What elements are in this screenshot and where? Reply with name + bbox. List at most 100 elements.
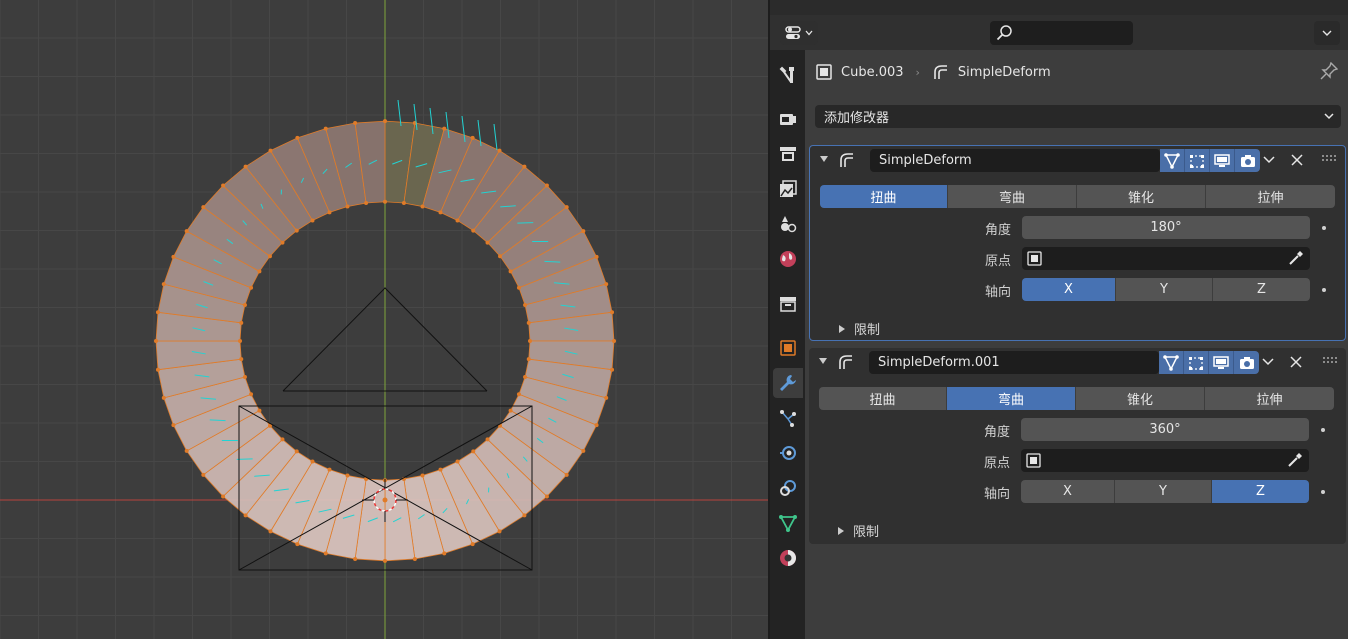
mesh-vertex (497, 529, 502, 534)
eyedropper-icon[interactable] (1288, 250, 1304, 266)
viewport-toggle[interactable] (1209, 351, 1234, 374)
mesh-vertex (442, 551, 447, 556)
mode-taper-button[interactable]: 锥化 (1077, 185, 1206, 208)
restrictions-subpanel[interactable]: 限制 (837, 521, 879, 540)
area-top-strip (770, 0, 1348, 15)
angle-field[interactable]: 360° (1021, 418, 1309, 441)
add-modifier-dropdown[interactable]: 添加修改器 (815, 105, 1341, 128)
breadcrumb-separator: › (915, 65, 920, 79)
tab-output[interactable] (773, 139, 803, 169)
close-icon[interactable] (1289, 355, 1303, 369)
tab-view-layer[interactable] (773, 174, 803, 204)
mesh-vertex (604, 395, 609, 400)
mesh-vertex (383, 558, 387, 563)
mesh-vertex (161, 395, 166, 400)
edit-mode-toggle[interactable] (1184, 351, 1209, 374)
physics-icon (780, 446, 796, 460)
tab-data[interactable] (773, 508, 803, 538)
chevron-down-icon[interactable] (1261, 355, 1275, 369)
edit-mode-toggle[interactable] (1185, 149, 1210, 172)
mesh-vertex (239, 357, 244, 362)
tab-world[interactable] (773, 244, 803, 274)
modifier-panel-header[interactable]: SimpleDeform.001 (809, 348, 1346, 376)
tab-constraints[interactable] (773, 473, 803, 503)
edit-cage-toggle[interactable] (1160, 149, 1185, 172)
mode-stretch-button[interactable]: 拉伸 (1205, 387, 1334, 410)
search-icon (996, 25, 1012, 41)
keyframe-dot-icon[interactable] (1321, 428, 1325, 432)
modifier-name-field[interactable]: SimpleDeform.001 (869, 351, 1159, 374)
tab-scene[interactable] (773, 209, 803, 239)
editor-type-button[interactable] (780, 21, 818, 45)
tab-material[interactable] (773, 543, 803, 573)
constraint-icon (780, 480, 796, 496)
mesh-vertex (455, 218, 460, 223)
eyedropper-icon[interactable] (1287, 452, 1303, 468)
mesh-vertex (268, 148, 273, 153)
axis-y-button[interactable]: Y (1115, 480, 1212, 503)
mesh-vertex (161, 282, 166, 287)
mesh-vertex (564, 205, 569, 210)
mesh-vertex (471, 228, 476, 233)
mesh-vertex (383, 119, 387, 124)
tab-object[interactable] (773, 333, 803, 363)
search-input[interactable] (990, 21, 1133, 45)
camera-icon (1240, 154, 1255, 167)
drag-grip-icon[interactable] (1321, 154, 1337, 164)
expand-triangle-icon[interactable] (819, 154, 829, 164)
mode-bend-button[interactable]: 弯曲 (948, 185, 1077, 208)
tab-collection[interactable] (773, 289, 803, 319)
render-toggle[interactable] (1234, 351, 1259, 374)
restrictions-label: 限制 (853, 525, 880, 540)
mesh-vertex (522, 164, 527, 169)
drag-grip-icon[interactable] (1322, 356, 1338, 366)
expand-triangle-icon[interactable] (818, 356, 828, 366)
edit-cage-toggle[interactable] (1159, 351, 1184, 374)
axis-x-button[interactable]: X (1021, 480, 1115, 503)
keyframe-dot-icon[interactable] (1322, 288, 1326, 292)
mode-taper-button[interactable]: 锥化 (1076, 387, 1205, 410)
options-dropdown[interactable] (1314, 21, 1340, 45)
mesh-vertex (238, 339, 242, 343)
pin-icon[interactable] (1320, 62, 1338, 80)
mode-stretch-button[interactable]: 拉伸 (1206, 185, 1335, 208)
tab-render[interactable] (773, 104, 803, 134)
axis-y-button[interactable]: Y (1116, 278, 1213, 301)
tab-physics[interactable] (773, 438, 803, 468)
restrictions-subpanel[interactable]: 限制 (838, 319, 880, 338)
viewport-toggle[interactable] (1210, 149, 1235, 172)
mode-bend-button[interactable]: 弯曲 (947, 387, 1076, 410)
mesh-vertex (471, 449, 476, 454)
3d-viewport[interactable] (0, 0, 768, 639)
object-square-icon (1026, 453, 1041, 468)
modifier-name-field[interactable]: SimpleDeform (870, 149, 1160, 172)
normal-line (544, 260, 561, 263)
close-icon[interactable] (1290, 153, 1304, 167)
render-toggle[interactable] (1235, 149, 1260, 172)
mesh-vertex (201, 472, 206, 477)
tab-tool[interactable] (773, 60, 803, 90)
mesh-vertex (249, 392, 254, 397)
restrictions-label: 限制 (854, 323, 881, 338)
mode-twist-button[interactable]: 扭曲 (820, 185, 948, 208)
properties-header (770, 15, 1348, 50)
keyframe-dot-icon[interactable] (1322, 226, 1326, 230)
axis-z-button[interactable]: Z (1213, 278, 1310, 301)
mesh-vertex (420, 204, 425, 209)
add-modifier-label: 添加修改器 (824, 111, 890, 126)
tab-modifiers[interactable] (773, 368, 803, 398)
axis-x-button[interactable]: X (1022, 278, 1116, 301)
modifier-panel-header[interactable]: SimpleDeform (810, 146, 1345, 174)
origin-object-field[interactable] (1022, 247, 1310, 270)
chevron-down-icon (805, 30, 813, 36)
breadcrumb: Cube.003 › SimpleDeform (815, 62, 1051, 82)
origin-object-field[interactable] (1021, 449, 1309, 472)
keyframe-dot-icon[interactable] (1321, 490, 1325, 494)
chevron-down-icon[interactable] (1262, 153, 1276, 167)
axis-z-button[interactable]: Z (1212, 480, 1309, 503)
mesh-vertex (239, 320, 244, 325)
mode-twist-button[interactable]: 扭曲 (819, 387, 947, 410)
tab-particles[interactable] (773, 403, 803, 433)
angle-field[interactable]: 180° (1022, 216, 1310, 239)
viewport-canvas[interactable] (0, 0, 768, 639)
